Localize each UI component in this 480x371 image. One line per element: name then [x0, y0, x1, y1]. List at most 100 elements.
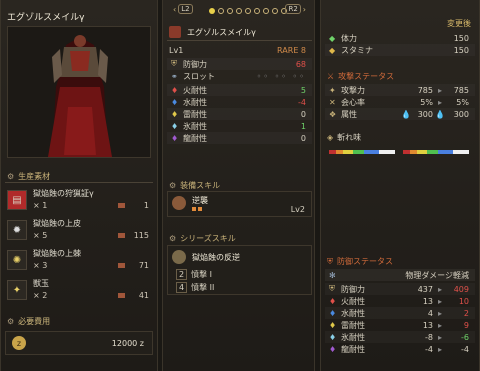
arrow-icon: ▸ [437, 308, 442, 318]
defense-header: ⛨ 防御ステータス [327, 256, 393, 267]
arrow-icon: ▸ [437, 344, 442, 354]
def-after: 409 [453, 284, 469, 294]
def-label: 防御力 [341, 284, 365, 294]
armor-rarity: RARE 8 [277, 46, 306, 55]
sharpness-icon: ◈ [327, 133, 334, 142]
sharpness-bar-before [329, 150, 395, 154]
material-need: × 2 [33, 291, 48, 300]
divider [167, 40, 312, 41]
element-row: ❖ 属性 💧 300 💧 300 [325, 108, 475, 120]
ice-icon: ♦ [171, 121, 179, 131]
affinity-row: ✕ 会心率 5% ▸ 5% [325, 96, 475, 108]
chevron-right-icon[interactable]: › [303, 5, 306, 14]
series-skill-header-label: シリーズスキル [180, 234, 236, 243]
shield-icon: ⛨ [327, 256, 333, 266]
series-tier-row: 4 憤撃 II [176, 282, 214, 293]
series-skill-header: ⚙ シリーズスキル [169, 233, 236, 244]
resist-label: 雷耐性 [183, 109, 207, 119]
series-tier-row: 2 憤撃 I [176, 269, 212, 280]
equip-skill-box[interactable]: 逆襲 Lv2 [167, 191, 312, 217]
material-item[interactable]: ✹ 獄焔蝕の上皮 × 5 115 [5, 216, 155, 244]
resist-value: 0 [300, 133, 306, 143]
equip-skill-name: 逆襲 [192, 196, 208, 205]
snowflake-icon: ✻ [329, 270, 336, 280]
page-dot [245, 8, 251, 14]
equip-skill-header-label: 装備スキル [180, 181, 221, 190]
material-item[interactable]: ▤ 獄焔蝕の狩猟証γ × 1 1 [5, 186, 155, 214]
series-tier-name: 憤撃 I [191, 270, 212, 279]
arrow-icon: ▸ [437, 332, 442, 342]
zenny-icon: z [12, 336, 26, 350]
resist-label: 氷耐性 [183, 121, 207, 131]
resist-label: 龍耐性 [183, 133, 207, 143]
l2-button[interactable]: L2 [178, 4, 193, 14]
middle-panel: ‹ L2 R2 › エグゾルスメイルγ Lv1 RARE 8 ⛨ 防御力 68 … [162, 0, 315, 371]
attack-icon: ✦ [329, 85, 336, 95]
health-icon: ◆ [329, 33, 336, 43]
affinity-icon: ✕ [329, 97, 336, 107]
material-have: 71 [138, 261, 149, 270]
hp-label: 体力 [341, 33, 357, 43]
def-label: 龍耐性 [341, 344, 365, 354]
resist-row: ♦ 火耐性 5 [167, 84, 312, 96]
attack-after: 785 [453, 85, 469, 95]
def-label: 火耐性 [341, 296, 365, 306]
page-dot [272, 8, 278, 14]
material-item[interactable]: ✺ 獄焔蝕の上棘 × 3 71 [5, 246, 155, 274]
attack-header: ⚔ 攻撃ステータス [327, 71, 394, 82]
cost-value: 12000 z [111, 339, 144, 348]
def-after: 2 [463, 308, 469, 318]
series-tier-name: 憤撃 II [191, 283, 215, 292]
def-row: ♦ 水耐性 4 ▸ 2 [325, 307, 475, 319]
skill-pip [192, 207, 196, 211]
right-panel: 変更後 ◆ 体力 150 ◆ スタミナ 150 ⚔ 攻撃ステータス ✦ 攻撃力 … [320, 0, 480, 371]
equip-skill-header: ⚙ 装備スキル [169, 180, 220, 191]
stats-table: ⛨ 防御力 68 ⚭ スロット ◦◦ ◦◦ ◦◦ ♦ 火耐性 5 ♦ 水耐性 -… [167, 58, 312, 154]
chest-armor-icon [169, 26, 181, 38]
material-have: 115 [133, 231, 149, 240]
ice-icon: ♦ [329, 332, 337, 342]
materials-header-label: 生産素材 [18, 172, 51, 181]
page-nav-right: R2 › [285, 4, 306, 14]
defense-row: ⛨ 防御力 68 [167, 58, 312, 70]
material-need: × 3 [33, 261, 48, 270]
element-before: 300 [417, 109, 433, 119]
slot-indicators: ◦◦ ◦◦ ◦◦ [256, 71, 306, 81]
page-dot [263, 8, 269, 14]
attack-label: 攻撃力 [341, 85, 365, 95]
phys-reduction-row: ✻ 物理ダメージ軽減 [325, 269, 475, 281]
thunder-icon: ♦ [329, 320, 337, 330]
affinity-after: 5% [456, 97, 469, 107]
cost-header: ⚙ 必要費用 [7, 316, 50, 327]
def-row: ♦ 火耐性 13 ▸ 10 [325, 295, 475, 307]
def-label: 雷耐性 [341, 320, 365, 330]
affinity-label: 会心率 [341, 97, 365, 107]
slot-label: スロット [183, 71, 215, 81]
def-before: 13 [422, 320, 433, 330]
materials-header: ⚙ 生産素材 [7, 171, 50, 182]
resist-value: 0 [300, 109, 306, 119]
def-label: 水耐性 [341, 308, 365, 318]
resist-label: 火耐性 [183, 85, 207, 95]
resist-row: ♦ 氷耐性 1 [167, 120, 312, 132]
resist-value: 1 [300, 121, 306, 131]
arrow-icon: ▸ [437, 296, 442, 306]
material-item[interactable]: ✦ 獣玉 × 2 41 [5, 276, 155, 304]
page-dot [254, 8, 260, 14]
r2-button[interactable]: R2 [285, 4, 301, 14]
armor-name-row: エグゾルスメイルγ [7, 10, 84, 23]
chevron-left-icon[interactable]: ‹ [173, 5, 176, 14]
material-need: × 1 [33, 201, 48, 210]
skill-icon [172, 196, 186, 210]
resist-value: -4 [298, 97, 306, 107]
material-have: 41 [138, 291, 149, 300]
material-name: 獣玉 [33, 279, 49, 288]
shield-icon: ⛨ [329, 284, 335, 293]
stamina-label: スタミナ [341, 45, 373, 55]
series-skill-box[interactable]: 獄焔蝕の反逆 2 憤撃 I 4 憤撃 II [167, 245, 312, 295]
def-row: ⛨ 防御力 437 ▸ 409 [325, 283, 475, 295]
arrow-icon: ▸ [437, 85, 442, 95]
slot-icon: ⚭ [171, 71, 178, 81]
page-dot [236, 8, 242, 14]
armor-level: Lv1 [169, 46, 184, 55]
